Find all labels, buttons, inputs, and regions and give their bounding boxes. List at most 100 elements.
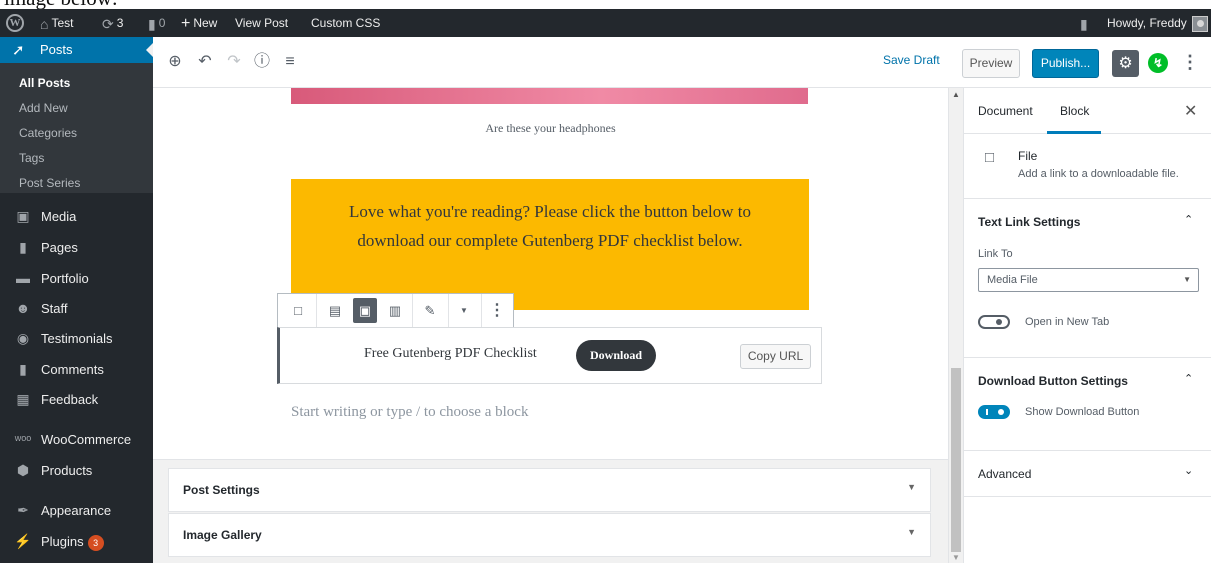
sidebar-item-label: Testimonials bbox=[41, 331, 113, 346]
plugins-update-badge: 3 bbox=[87, 534, 104, 551]
file-name-link[interactable]: Free Gutenberg PDF Checklist bbox=[364, 346, 537, 362]
undo-icon[interactable]: ↶ bbox=[193, 50, 217, 74]
sidebar-item-media[interactable]: ▣ Media bbox=[0, 201, 153, 231]
link-to-select[interactable]: Media File ▼ bbox=[978, 268, 1199, 292]
block-card-description: Add a link to a downloadable file. bbox=[1018, 168, 1179, 180]
close-icon[interactable]: ✕ bbox=[1184, 101, 1197, 121]
folder-icon: □ bbox=[985, 149, 995, 166]
sidebar-item-label: Feedback bbox=[41, 392, 99, 407]
tab-block[interactable]: Block bbox=[1060, 104, 1089, 118]
plus-circle-icon[interactable]: ⊕ bbox=[163, 50, 187, 74]
image-caption[interactable]: Are these your headphones bbox=[153, 121, 948, 136]
submenu-all-posts[interactable]: All Posts bbox=[19, 76, 70, 90]
sidebar-item-feedback[interactable]: ▦ Feedback bbox=[0, 384, 153, 414]
meta-box-image-gallery[interactable]: Image Gallery ▼ bbox=[168, 513, 931, 557]
pages-icon: ▮ bbox=[19, 239, 27, 255]
block-more-options-icon[interactable]: ⋮ bbox=[485, 298, 509, 323]
notification-icon-link[interactable]: ▮ bbox=[1080, 9, 1091, 37]
scrollbar-thumb[interactable] bbox=[951, 368, 961, 552]
sidebar-item-comments[interactable]: ▮ Comments bbox=[0, 354, 153, 384]
sidebar-item-testimonials[interactable]: ◉ Testimonials bbox=[0, 323, 153, 353]
vertical-ellipsis-icon[interactable]: ⋮ bbox=[1181, 50, 1199, 74]
link-to-label: Link To bbox=[978, 248, 1013, 260]
my-account-menu[interactable]: Howdy, Freddy bbox=[1107, 9, 1208, 37]
redo-icon[interactable]: ↷ bbox=[222, 50, 246, 74]
sidebar-item-label: Plugins 3 bbox=[41, 534, 104, 551]
portfolio-folder-icon: ▬ bbox=[16, 270, 30, 286]
align-center-icon[interactable]: ▣ bbox=[353, 298, 377, 323]
sidebar-item-plugins[interactable]: ⚡ Plugins 3 bbox=[0, 526, 153, 556]
submenu-categories[interactable]: Categories bbox=[19, 126, 77, 140]
submenu-post-series[interactable]: Post Series bbox=[19, 176, 80, 190]
home-icon: ⌂ bbox=[40, 15, 49, 32]
toolbar-separator bbox=[316, 294, 317, 327]
wp-logo-menu[interactable]: W bbox=[6, 9, 24, 37]
view-post-link[interactable]: View Post bbox=[235, 9, 288, 37]
plugin-plug-icon: ⚡ bbox=[14, 533, 32, 549]
sidebar-item-products[interactable]: ⬢ Products bbox=[0, 455, 153, 485]
caret-down-icon: ▼ bbox=[907, 482, 916, 492]
media-icon: ▣ bbox=[16, 208, 30, 224]
meta-box-post-settings[interactable]: Post Settings ▼ bbox=[168, 468, 931, 512]
save-draft-button[interactable]: Save Draft bbox=[883, 53, 940, 67]
editor-scrollbar[interactable]: ▲ ▼ bbox=[948, 88, 963, 563]
sidebar-item-portfolio[interactable]: ▬ Portfolio bbox=[0, 263, 153, 293]
avatar bbox=[1191, 15, 1208, 32]
new-content-link[interactable]: + New bbox=[181, 9, 217, 37]
comments-link[interactable]: ▮ 0 bbox=[148, 9, 165, 37]
meta-box-title: Post Settings bbox=[183, 483, 260, 497]
sidebar-item-appearance[interactable]: ✒ Appearance bbox=[0, 495, 153, 525]
text-link-settings-toggle[interactable]: Text Link Settings bbox=[978, 215, 1080, 229]
block-appender-placeholder[interactable]: Start writing or type / to choose a bloc… bbox=[291, 404, 528, 421]
cta-text: Love what you're reading? Please click t… bbox=[349, 202, 751, 250]
tab-document[interactable]: Document bbox=[978, 104, 1033, 118]
align-right-icon[interactable]: ▥ bbox=[383, 298, 407, 323]
sidebar-item-posts[interactable]: ➚ Posts bbox=[0, 37, 154, 63]
sidebar-item-label: Portfolio bbox=[41, 271, 89, 286]
folder-icon[interactable]: □ bbox=[286, 298, 310, 323]
file-block[interactable]: Free Gutenberg PDF Checklist Download Co… bbox=[277, 327, 822, 384]
show-download-button-toggle[interactable] bbox=[978, 405, 1010, 419]
download-button[interactable]: Download bbox=[576, 340, 656, 371]
cta-paragraph-block[interactable]: Love what you're reading? Please click t… bbox=[291, 179, 809, 310]
pencil-edit-icon[interactable]: ✎ bbox=[418, 298, 442, 323]
toolbar-separator bbox=[448, 294, 449, 327]
copy-url-button[interactable]: Copy URL bbox=[740, 344, 811, 369]
paintbrush-icon: ✒ bbox=[17, 502, 29, 518]
gear-icon[interactable]: ⚙ bbox=[1112, 50, 1139, 77]
chevron-up-icon[interactable]: ⌃ bbox=[1184, 213, 1193, 226]
updates-link[interactable]: ⟳ 3 bbox=[102, 9, 123, 37]
open-new-tab-toggle[interactable] bbox=[978, 315, 1010, 329]
settings-tabs: Document Block ✕ bbox=[964, 88, 1211, 134]
custom-css-link[interactable]: Custom CSS bbox=[311, 9, 380, 37]
chevron-up-icon[interactable]: ⌃ bbox=[1184, 372, 1193, 385]
submenu-tags[interactable]: Tags bbox=[19, 151, 44, 165]
scroll-up-arrow-icon[interactable]: ▲ bbox=[952, 90, 960, 99]
scroll-down-arrow-icon[interactable]: ▼ bbox=[952, 553, 960, 562]
toolbar-separator bbox=[481, 294, 482, 327]
info-icon[interactable]: ⓘ bbox=[250, 50, 274, 74]
comments-icon: ▮ bbox=[19, 361, 27, 377]
chevron-down-icon[interactable]: ⌄ bbox=[1184, 464, 1193, 477]
chevron-down-icon: ▼ bbox=[1183, 275, 1191, 284]
caret-down-icon[interactable]: ▼ bbox=[452, 298, 476, 323]
sidebar-item-label: Pages bbox=[41, 240, 78, 255]
align-left-icon[interactable]: ▤ bbox=[323, 298, 347, 323]
submenu-add-new[interactable]: Add New bbox=[19, 101, 68, 115]
site-name-link[interactable]: ⌂ Test bbox=[40, 9, 73, 37]
sidebar-item-label: Comments bbox=[41, 362, 104, 377]
testimonial-bubble-icon: ◉ bbox=[16, 330, 30, 346]
advanced-panel-toggle[interactable]: Advanced bbox=[978, 467, 1031, 481]
block-navigation-icon[interactable]: ≡ bbox=[278, 50, 302, 74]
sidebar-item-staff[interactable]: ☻ Staff bbox=[0, 293, 153, 323]
publish-button[interactable]: Publish... bbox=[1032, 49, 1099, 78]
meta-box-title: Image Gallery bbox=[183, 528, 262, 542]
image-block[interactable] bbox=[291, 88, 808, 104]
download-button-settings-toggle[interactable]: Download Button Settings bbox=[978, 374, 1128, 388]
sidebar-item-woocommerce[interactable]: woo WooCommerce bbox=[0, 424, 153, 454]
posts-submenu: All Posts Add New Categories Tags Post S… bbox=[0, 63, 153, 193]
admin-sidebar: ➚ Posts All Posts Add New Categories Tag… bbox=[0, 37, 154, 563]
jetpack-bolt-icon[interactable]: ↯ bbox=[1148, 53, 1168, 73]
sidebar-item-pages[interactable]: ▮ Pages bbox=[0, 232, 153, 262]
preview-button[interactable]: Preview bbox=[962, 49, 1020, 78]
